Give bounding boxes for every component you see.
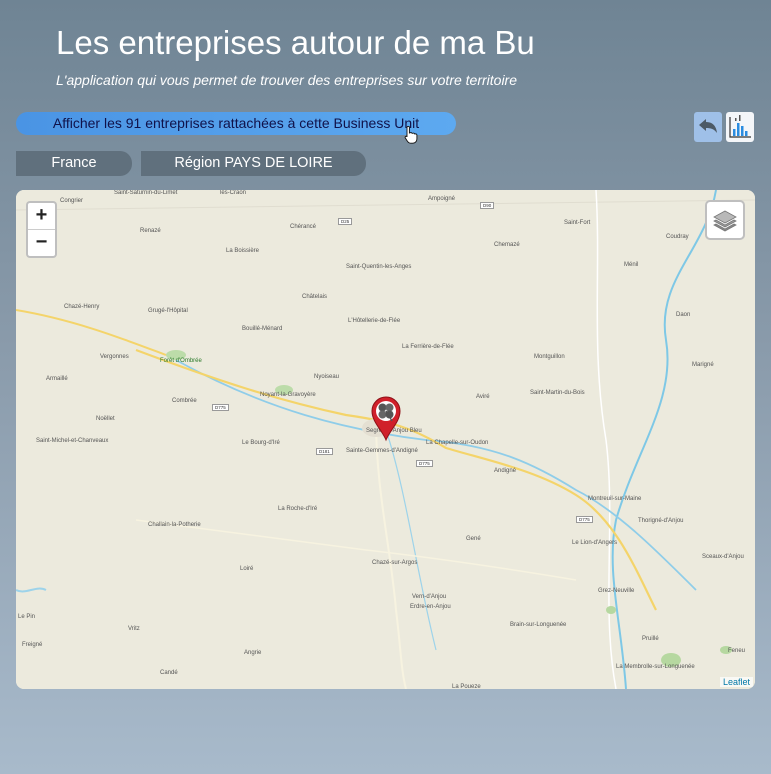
back-button[interactable] (694, 112, 722, 142)
place-label: Coudray (666, 234, 689, 240)
road-number-label: D775 (416, 460, 433, 467)
page-title: Les entreprises autour de ma Bu (56, 24, 535, 61)
place-label: La Poueze (452, 684, 481, 689)
place-label: Thorigné-d'Anjou (638, 518, 684, 524)
place-label: Chérancé (290, 224, 317, 230)
zoom-control: + − (26, 201, 57, 258)
place-label: Vergonnes (100, 354, 129, 360)
place-label: Pruillé (642, 636, 659, 642)
place-label: Vritz (128, 626, 140, 632)
place-label: Bouillé-Ménard (242, 326, 283, 332)
place-label: Marigné (692, 362, 714, 368)
bar-chart-icon (729, 115, 751, 138)
place-label: La Membrolle-sur-Longuenée (616, 664, 695, 670)
place-label: Grugé-l'Hôpital (148, 308, 188, 314)
place-label: Saint-Martin-du-Bois (530, 390, 585, 396)
page-subtitle: L'application qui vous permet de trouver… (56, 72, 518, 88)
place-label: Noyant-la-Gravoyère (260, 392, 316, 398)
place-label: Le Bourg-d'Iré (242, 440, 280, 446)
place-label: Noëllet (96, 416, 115, 422)
place-label: Forêt d'Ombrée (160, 358, 202, 364)
show-business-unit-companies-button[interactable]: Afficher les 91 entreprises rattachées à… (16, 112, 456, 135)
place-label: Combrée (172, 398, 197, 404)
region-filter[interactable]: Région PAYS DE LOIRE (141, 151, 366, 176)
place-label: Challain-la-Potherie (148, 522, 201, 528)
place-label: Ampoigné (428, 196, 456, 202)
place-label: Vern-d'Anjou (412, 594, 447, 600)
country-filter[interactable]: France (16, 151, 132, 176)
place-label: Chazé-sur-Argos (372, 560, 418, 566)
place-label: Feneu (728, 648, 746, 654)
place-label: Grez-Neuville (598, 588, 635, 594)
place-label: Montreuil-sur-Maine (588, 496, 642, 502)
zoom-out-button[interactable]: − (28, 230, 55, 256)
clover-marker-icon[interactable] (368, 394, 404, 442)
layers-button[interactable] (705, 200, 745, 240)
place-label: Erdre-en-Anjou (410, 604, 451, 610)
road-number-label: D775 (212, 404, 229, 411)
place-label: Saint-Fort (564, 220, 591, 226)
place-label: Montguillon (534, 354, 565, 360)
place-label: lés-Craon (220, 190, 247, 196)
place-label: Angrie (244, 650, 262, 656)
place-label: Freigné (22, 642, 43, 648)
place-label: La Ferrière-de-Flée (402, 344, 454, 350)
place-label: Saint-Quentin-les-Anges (346, 264, 412, 270)
place-label: Chemazé (494, 242, 520, 248)
place-label: Châtelais (302, 294, 328, 300)
place-label: La Chapelle-sur-Oudon (426, 440, 489, 446)
place-label: Andigné (494, 468, 517, 474)
place-label: Brain-sur-Longuenée (510, 622, 567, 628)
map-container[interactable]: Saint-Saturnin-du-Limet lés-Craon Congri… (16, 190, 755, 689)
zoom-in-button[interactable]: + (28, 203, 55, 230)
place-label: Chazé-Henry (64, 304, 100, 310)
place-label: Armaillé (46, 376, 68, 382)
place-label: Loiré (240, 566, 254, 572)
place-label: La Roche-d'Iré (278, 506, 318, 512)
pointer-cursor-icon (404, 125, 418, 149)
place-label: Le Pin (18, 614, 36, 620)
place-label: Saint-Michel-et-Chanveaux (36, 438, 109, 444)
place-label: Le Lion-d'Angers (572, 540, 618, 546)
place-label: Ménil (624, 262, 639, 268)
place-label: Gené (466, 536, 481, 542)
place-label: Renazé (140, 228, 161, 234)
place-label: Daon (676, 312, 691, 318)
place-label: Congrier (60, 198, 84, 204)
layers-icon (713, 210, 737, 232)
road-number-label: D775 (576, 516, 593, 523)
statistics-button[interactable] (726, 112, 754, 142)
place-label: Aviré (476, 394, 490, 400)
place-label: La Boissière (226, 248, 260, 254)
place-label: Sainte-Gemmes-d'Andigné (346, 448, 418, 454)
road-number-label: D181 (316, 448, 333, 455)
place-label: Nyoiseau (314, 374, 340, 380)
road-number-label: D90 (480, 202, 495, 209)
undo-arrow-icon (699, 119, 717, 133)
place-label: L'Hôtellerie-de-Flée (348, 318, 401, 324)
road-number-label: D25 (338, 218, 353, 225)
place-label: Sceaux-d'Anjou (702, 554, 744, 560)
place-label: Saint-Saturnin-du-Limet (114, 190, 178, 196)
place-label: Candé (160, 670, 178, 676)
leaflet-attribution-link[interactable]: Leaflet (719, 677, 753, 687)
